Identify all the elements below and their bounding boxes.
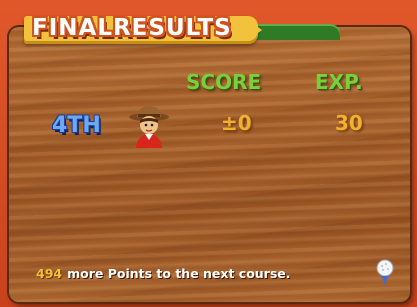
exp-column-header: EXP. [315,70,363,94]
exp-value: 30 [335,111,363,135]
points-needed: 494 [36,266,63,281]
title-banner: FINALRESULTS [24,14,264,46]
results-panel [9,27,410,302]
screen-title: FINALRESULTS [32,15,232,41]
score-column-header: SCORE [186,70,262,94]
score-value: ±0 [221,111,252,135]
golfer-avatar-icon [129,106,169,148]
next-course-message: 494 more Points to the next course. [36,266,291,281]
title-banner-tail [248,20,262,40]
golf-ball-on-tee-icon[interactable] [372,258,398,286]
player-rank: 4TH [52,113,101,138]
next-course-text: more Points to the next course. [67,266,291,281]
